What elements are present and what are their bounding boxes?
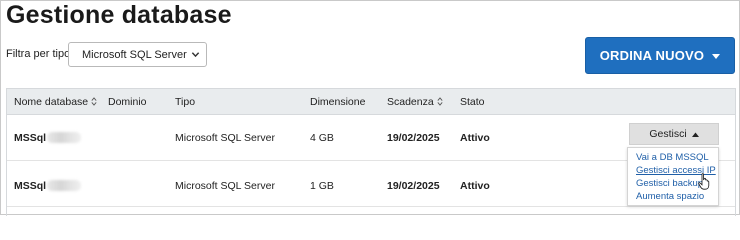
database-size: 1 GB bbox=[310, 180, 334, 192]
manage-button[interactable]: Gestisci bbox=[629, 123, 719, 145]
column-header-expiry[interactable]: Scadenza bbox=[387, 96, 443, 108]
database-name: MSSql bbox=[14, 132, 82, 144]
caret-up-icon bbox=[691, 132, 699, 137]
menu-item-increase-space[interactable]: Aumenta spazio bbox=[636, 191, 704, 202]
sort-icon bbox=[437, 97, 443, 106]
column-header-status: Stato bbox=[460, 96, 485, 108]
type-filter-select[interactable]: Microsoft SQL Server bbox=[68, 42, 207, 67]
hand-pointer-icon bbox=[698, 173, 710, 190]
table-row: MSSql Microsoft SQL Server 1 GB 19/02/20… bbox=[7, 161, 735, 207]
filter-label: Filtra per tipo: bbox=[6, 48, 74, 60]
column-header-name[interactable]: Nome database bbox=[14, 96, 97, 108]
caret-down-icon bbox=[712, 54, 721, 60]
database-size: 4 GB bbox=[310, 132, 334, 144]
database-expiry: 19/02/2025 bbox=[387, 132, 440, 144]
database-type: Microsoft SQL Server bbox=[175, 132, 275, 144]
database-status: Attivo bbox=[460, 132, 490, 144]
page-title: Gestione database bbox=[6, 1, 232, 29]
redacted-text bbox=[47, 132, 82, 143]
column-header-size: Dimensione bbox=[310, 96, 366, 108]
menu-item-go-to-db[interactable]: Vai a DB MSSQL bbox=[636, 152, 709, 163]
column-header-domain: Dominio bbox=[108, 96, 147, 108]
order-new-label: ORDINA NUOVO bbox=[599, 48, 705, 63]
filter-selected-value: Microsoft SQL Server bbox=[82, 49, 187, 61]
table-row: MSSql Microsoft SQL Server 4 GB 19/02/20… bbox=[7, 115, 735, 161]
order-new-button[interactable]: ORDINA NUOVO bbox=[585, 37, 735, 74]
menu-item-manage-backup[interactable]: Gestisci backup bbox=[636, 178, 703, 189]
column-header-type: Tipo bbox=[175, 96, 196, 108]
database-name: MSSql bbox=[14, 180, 82, 192]
sort-icon bbox=[91, 97, 97, 106]
database-type: Microsoft SQL Server bbox=[175, 180, 275, 192]
table-header: Nome database Dominio Tipo Dimensione Sc… bbox=[7, 89, 735, 115]
database-expiry: 19/02/2025 bbox=[387, 180, 440, 192]
redacted-text bbox=[47, 180, 82, 191]
database-status: Attivo bbox=[460, 180, 490, 192]
chevron-down-icon bbox=[191, 52, 200, 58]
